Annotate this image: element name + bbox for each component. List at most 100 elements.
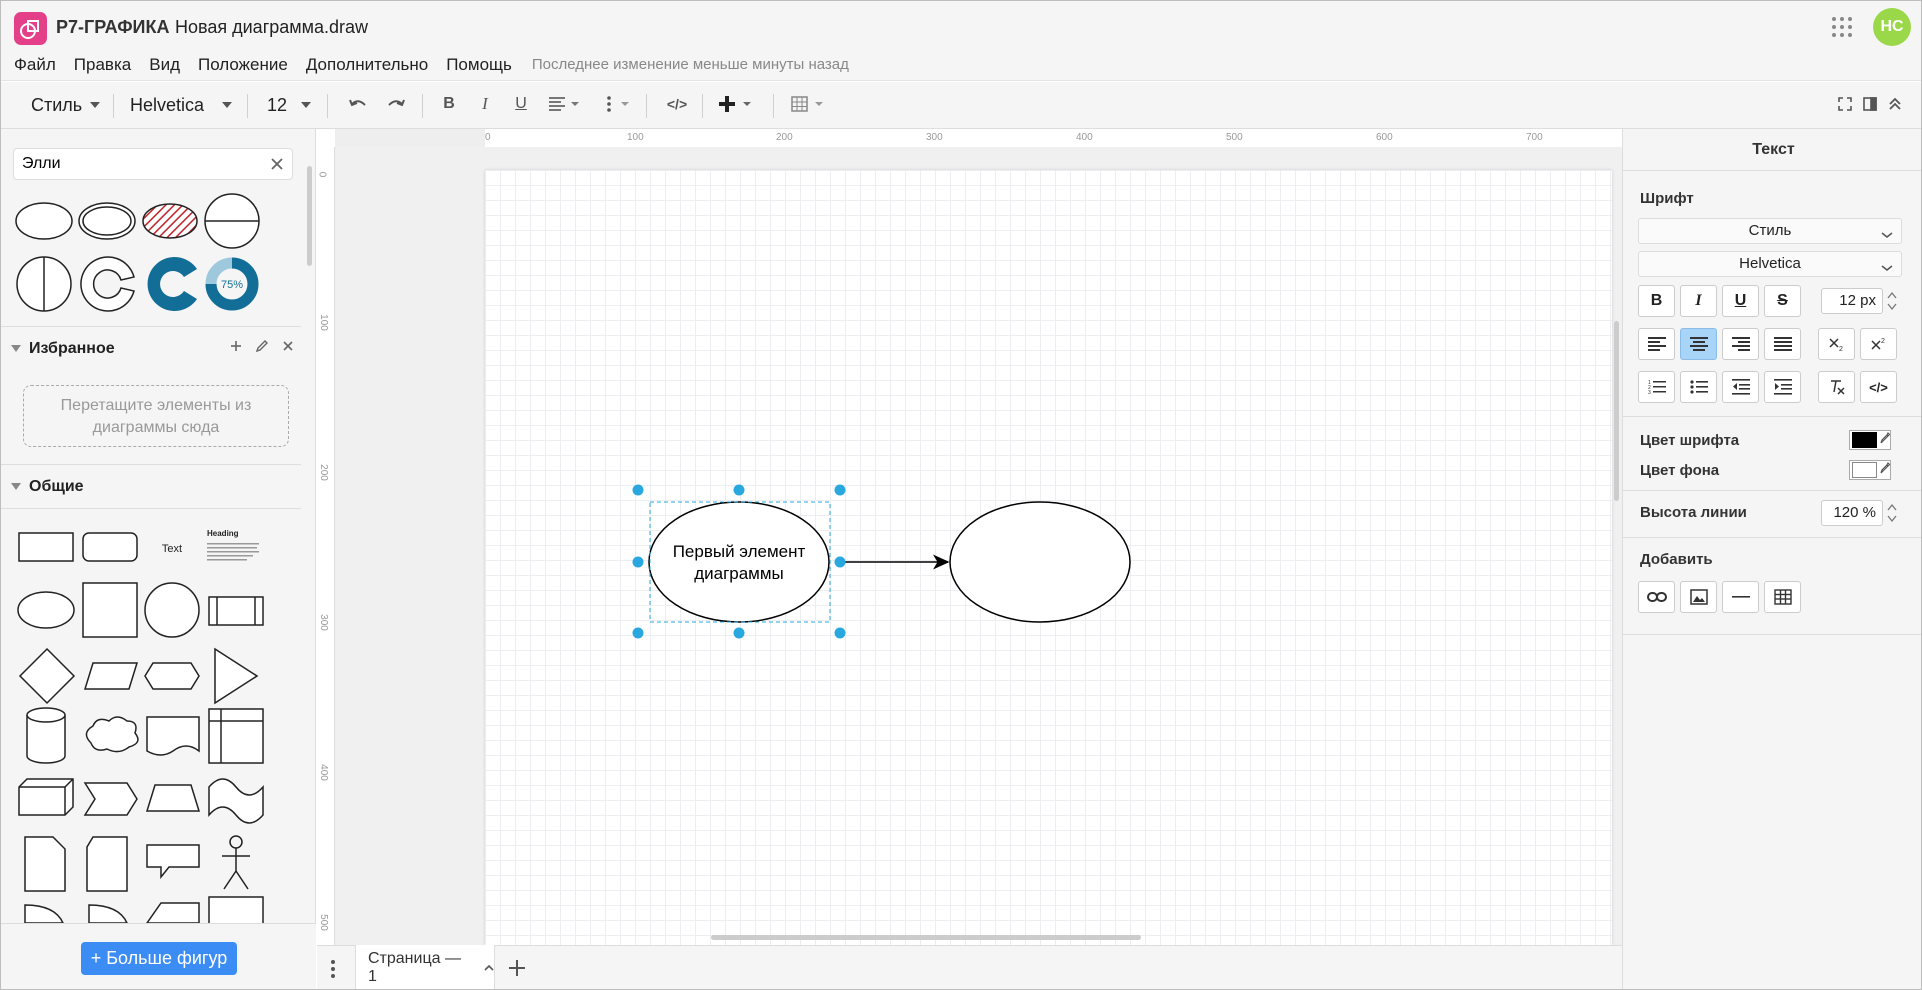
page-menu-icon[interactable] bbox=[330, 959, 336, 984]
ellipse-shape[interactable] bbox=[17, 591, 75, 629]
tape-shape[interactable] bbox=[208, 778, 264, 824]
font-size-input[interactable]: 12 px bbox=[1821, 288, 1883, 314]
align-right-button[interactable] bbox=[1722, 328, 1759, 360]
eyedropper-icon[interactable] bbox=[1880, 461, 1891, 479]
vertical-align-icon[interactable] bbox=[599, 90, 635, 118]
more-shapes-button[interactable]: + Больше фигур bbox=[81, 942, 237, 975]
partial-ring-shape[interactable] bbox=[80, 256, 135, 312]
format-panel-toggle-icon[interactable] bbox=[1856, 90, 1884, 118]
font-size-dropdown[interactable]: 12 bbox=[267, 90, 312, 120]
eyedropper-icon[interactable] bbox=[1880, 431, 1891, 449]
diagram-node-second[interactable] bbox=[949, 501, 1131, 623]
heading-shape[interactable]: Heading bbox=[207, 529, 239, 538]
diamond-shape[interactable] bbox=[18, 647, 76, 705]
favorites-section-header[interactable]: Избранное bbox=[1, 326, 301, 370]
outdent-button[interactable] bbox=[1722, 371, 1759, 403]
align-left-button[interactable] bbox=[1638, 328, 1675, 360]
menu-extras[interactable]: Дополнительно bbox=[306, 55, 428, 75]
fullscreen-icon[interactable] bbox=[1831, 90, 1859, 118]
strikethrough-button[interactable]: S bbox=[1764, 285, 1801, 317]
indent-button[interactable] bbox=[1764, 371, 1801, 403]
text-shape[interactable]: Text bbox=[162, 543, 182, 555]
font-family-dropdown[interactable]: Helvetica bbox=[130, 90, 233, 120]
page-tab[interactable]: Страница — 1 bbox=[355, 945, 495, 989]
font-family-select[interactable]: Helvetica bbox=[1638, 251, 1902, 277]
menu-view[interactable]: Вид bbox=[149, 55, 180, 75]
line-height-input[interactable]: 120 % bbox=[1821, 500, 1883, 526]
superscript-button[interactable]: 2 bbox=[1860, 328, 1897, 360]
hexagon-shape[interactable] bbox=[144, 662, 200, 690]
canvas-vertical-scrollbar[interactable] bbox=[1614, 321, 1619, 501]
circle-shape[interactable] bbox=[144, 582, 200, 638]
trapezoid-shape[interactable] bbox=[145, 784, 201, 812]
triangle-shape[interactable] bbox=[214, 647, 259, 705]
document-shape[interactable] bbox=[146, 716, 200, 756]
rectangle-shape[interactable] bbox=[18, 532, 74, 562]
favorites-drop-zone[interactable]: Перетащите элементы из диаграммы сюда bbox=[23, 385, 289, 447]
user-avatar[interactable]: НС bbox=[1873, 8, 1911, 46]
note-shape[interactable] bbox=[24, 836, 66, 892]
html-code-button[interactable]: </> bbox=[1860, 371, 1897, 403]
document-title[interactable]: Новая диаграмма.draw bbox=[175, 17, 368, 38]
close-favorites-icon[interactable] bbox=[281, 339, 295, 358]
chevron-up-icon[interactable] bbox=[484, 959, 494, 977]
line-height-spinner-icon[interactable] bbox=[1886, 501, 1898, 530]
sidebar-scrollbar[interactable] bbox=[307, 166, 312, 266]
bullet-list-button[interactable] bbox=[1680, 371, 1717, 403]
menu-edit[interactable]: Правка bbox=[74, 55, 131, 75]
text-style-select[interactable]: Стиль bbox=[1638, 218, 1902, 244]
redo-icon[interactable] bbox=[382, 90, 410, 118]
font-color-picker[interactable] bbox=[1849, 430, 1891, 450]
italic-icon[interactable]: I bbox=[471, 90, 499, 118]
cloud-shape[interactable] bbox=[85, 716, 139, 753]
justify-button[interactable] bbox=[1764, 328, 1801, 360]
menu-file[interactable]: Файл bbox=[14, 55, 56, 75]
square-shape[interactable] bbox=[82, 582, 138, 638]
collapse-toolbar-icon[interactable] bbox=[1881, 90, 1909, 118]
shape-search-input[interactable] bbox=[22, 149, 262, 179]
diagram-node-first[interactable] bbox=[648, 501, 830, 623]
callout-shape[interactable] bbox=[146, 844, 200, 880]
double-ellipse-shape[interactable] bbox=[78, 202, 136, 240]
add-page-icon[interactable] bbox=[507, 958, 527, 983]
insert-table-button[interactable] bbox=[1764, 581, 1801, 613]
ellipse-shape[interactable] bbox=[15, 202, 73, 240]
menu-help[interactable]: Помощь bbox=[446, 55, 512, 75]
subscript-button[interactable]: 2 bbox=[1818, 328, 1855, 360]
edit-favorites-icon[interactable] bbox=[255, 339, 269, 358]
step-shape[interactable] bbox=[83, 782, 138, 816]
background-color-picker[interactable] bbox=[1849, 460, 1891, 480]
card-shape[interactable] bbox=[86, 836, 128, 892]
bold-button[interactable]: B bbox=[1638, 285, 1675, 317]
menu-arrange[interactable]: Положение bbox=[198, 55, 288, 75]
insert-image-button[interactable] bbox=[1680, 581, 1717, 613]
internal-storage-shape[interactable] bbox=[208, 708, 264, 764]
insert-horizontal-line-button[interactable] bbox=[1722, 581, 1759, 613]
canvas-horizontal-scrollbar[interactable] bbox=[711, 935, 1141, 940]
html-code-icon[interactable]: </> bbox=[661, 90, 693, 118]
actor-shape[interactable] bbox=[222, 835, 250, 890]
italic-button[interactable]: I bbox=[1680, 285, 1717, 317]
align-center-button[interactable] bbox=[1680, 328, 1717, 360]
insert-plus-icon[interactable] bbox=[715, 90, 759, 118]
parallelogram-shape[interactable] bbox=[83, 662, 139, 690]
font-size-spinner-icon[interactable] bbox=[1886, 289, 1898, 318]
clear-formatting-button[interactable] bbox=[1818, 371, 1855, 403]
numbered-list-button[interactable]: 123 bbox=[1638, 371, 1675, 403]
insert-link-button[interactable] bbox=[1638, 581, 1675, 613]
bold-icon[interactable]: B bbox=[435, 90, 463, 118]
app-logo-icon[interactable] bbox=[14, 12, 47, 45]
underline-icon[interactable]: U bbox=[507, 90, 535, 118]
align-icon[interactable] bbox=[545, 90, 585, 118]
blue-arc-shape[interactable] bbox=[147, 257, 197, 311]
apps-grid-icon[interactable] bbox=[1831, 16, 1853, 38]
add-favorite-icon[interactable] bbox=[229, 339, 243, 358]
style-dropdown[interactable]: Стиль bbox=[31, 90, 101, 120]
general-section-header[interactable]: Общие bbox=[1, 464, 301, 508]
undo-icon[interactable] bbox=[344, 90, 372, 118]
clear-search-icon[interactable] bbox=[268, 155, 286, 173]
underline-button[interactable]: U bbox=[1722, 285, 1759, 317]
hatched-ellipse-shape[interactable] bbox=[142, 203, 198, 239]
table-icon[interactable] bbox=[789, 90, 829, 118]
rounded-rectangle-shape[interactable] bbox=[82, 532, 138, 562]
